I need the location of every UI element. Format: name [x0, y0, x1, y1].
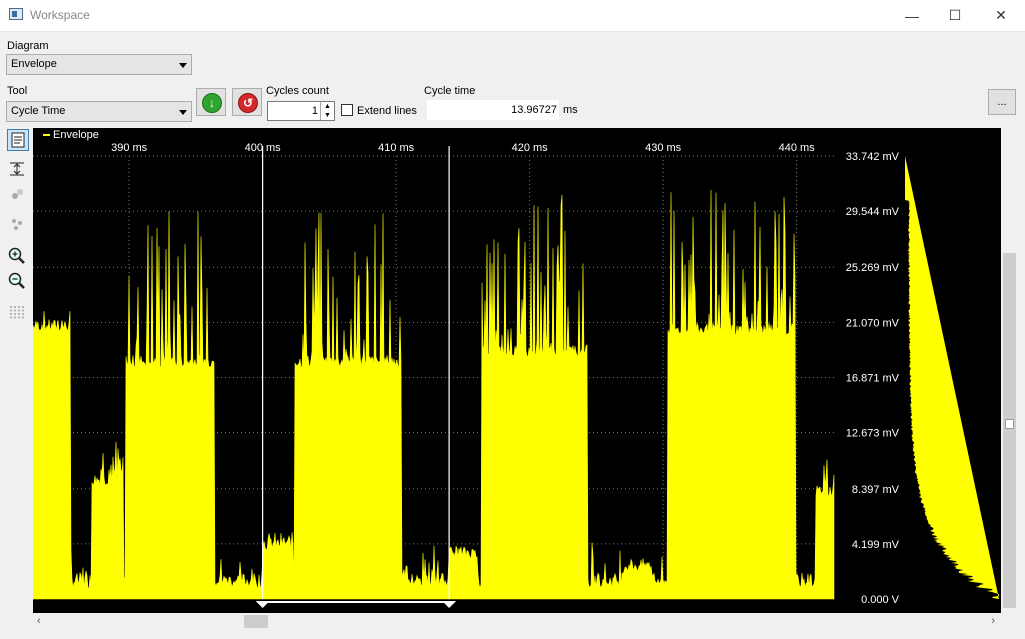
markers-icon: [12, 189, 23, 199]
cursor-mode-button[interactable]: [7, 129, 29, 151]
points-icon: [12, 219, 22, 230]
vertical-scrollbar-thumb[interactable]: [1003, 253, 1016, 608]
y-tick-label: 0.000 V: [861, 594, 900, 606]
spin-up-icon[interactable]: ▲: [320, 102, 334, 111]
envelope-chart-svg[interactable]: 390 ms 400 ms 410 ms 420 ms 430 ms 440 ms 33.7…: [33, 128, 1001, 613]
cycle-time-field: 13.96727: [427, 100, 559, 120]
legend-swatch: [43, 134, 50, 137]
maximize-button[interactable]: ☐: [932, 0, 978, 31]
x-tick-label: 410 ms: [378, 142, 415, 154]
x-tick-label: 400 ms: [245, 142, 282, 154]
red-undo-icon: ↺: [238, 93, 258, 113]
reset-button[interactable]: ↺: [232, 88, 262, 116]
diagram-label: Diagram: [7, 40, 49, 52]
tool-select-value: Cycle Time: [11, 105, 66, 117]
chart-legend: Envelope: [43, 129, 99, 141]
y-tick-label: 4.199 mV: [852, 539, 900, 551]
diagram-select[interactable]: Envelope: [6, 54, 192, 75]
spin-down-icon[interactable]: ▼: [320, 111, 334, 120]
zoom-in-icon: [8, 247, 25, 264]
diagram-select-value: Envelope: [11, 58, 57, 70]
minimize-button[interactable]: —: [889, 0, 935, 31]
extend-lines-checkbox[interactable]: [341, 104, 353, 116]
cycle-span-bar: [262, 601, 450, 603]
title-bar: Workspace — ☐ ✕: [0, 0, 1025, 32]
y-tick-label: 29.544 mV: [846, 206, 900, 218]
tool-select[interactable]: Cycle Time: [6, 101, 192, 122]
vertical-scrollbar[interactable]: [1001, 128, 1018, 613]
horizontal-scrollbar-thumb[interactable]: [244, 615, 268, 628]
cycles-count-value: 1: [311, 105, 318, 117]
cycle-time-unit: ms: [563, 104, 578, 116]
zoom-out-button[interactable]: [7, 271, 29, 293]
zoom-out-icon: [8, 272, 25, 289]
y-tick-label: 33.742 mV: [846, 151, 900, 163]
green-down-arrow-icon: ↓: [202, 93, 222, 113]
y-tick-label: 12.673 mV: [846, 428, 900, 440]
chevron-down-icon: [179, 110, 187, 115]
fit-vertical-button[interactable]: [7, 159, 29, 181]
grid-lines-button[interactable]: [7, 303, 29, 325]
app-icon: [9, 8, 23, 20]
tool-label: Tool: [7, 85, 28, 97]
cycle-time-label: Cycle time: [424, 85, 476, 97]
cycle-time-value: 13.96727: [511, 104, 557, 116]
scroll-right-icon[interactable]: ›: [991, 615, 995, 627]
extend-lines-label: Extend lines: [357, 105, 417, 117]
value-histogram: [905, 156, 999, 599]
markers-button[interactable]: [7, 184, 29, 206]
envelope-chart[interactable]: 390 ms 400 ms 410 ms 420 ms 430 ms 440 ms 33.7…: [33, 128, 1001, 613]
fit-vertical-icon: [10, 162, 24, 176]
cycles-count-label: Cycles count: [266, 85, 329, 97]
cycles-count-spinbox[interactable]: 1 ▲ ▼: [267, 101, 335, 121]
window-title: Workspace: [30, 8, 90, 22]
x-tick-label: 420 ms: [512, 142, 549, 154]
y-tick-label: 8.397 mV: [852, 484, 900, 496]
points-button[interactable]: [7, 214, 29, 236]
cursor-mode-icon: [11, 132, 25, 148]
horizontal-scrollbar[interactable]: ‹ ›: [33, 613, 1001, 630]
close-button[interactable]: ✕: [978, 0, 1024, 31]
legend-entry: Envelope: [53, 129, 99, 141]
apply-button[interactable]: ↓: [196, 88, 226, 116]
chevron-down-icon: [179, 63, 187, 68]
envelope-area: [33, 189, 835, 600]
y-tick-label: 25.269 mV: [846, 262, 900, 274]
grid-lines-icon: [10, 306, 24, 320]
x-tick-label: 440 ms: [779, 142, 816, 154]
zoom-in-button[interactable]: [7, 246, 29, 268]
x-tick-label: 430 ms: [645, 142, 682, 154]
scroll-left-icon[interactable]: ‹: [37, 615, 41, 627]
vertical-scroll-handle[interactable]: [1005, 419, 1014, 429]
y-tick-label: 16.871 mV: [846, 373, 900, 385]
more-button[interactable]: ...: [988, 89, 1016, 115]
y-tick-label: 21.070 mV: [846, 317, 900, 329]
x-tick-label: 390 ms: [111, 142, 148, 154]
